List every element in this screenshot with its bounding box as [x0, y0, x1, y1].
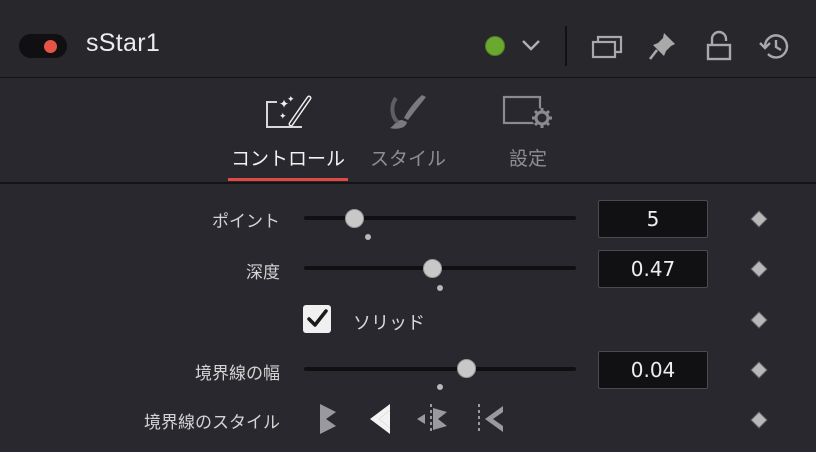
settings-icon: [502, 95, 552, 128]
tab-settings[interactable]: 設定: [492, 78, 564, 182]
tab-settings-label: 設定: [508, 148, 547, 170]
keyframe-diamond-icon[interactable]: [750, 361, 768, 379]
svg-text:✦: ✦: [279, 112, 287, 122]
points-label: ポイント: [212, 212, 280, 232]
svg-text:✦: ✦: [287, 95, 295, 105]
border-width-slider-track[interactable]: [304, 367, 576, 371]
pin-icon[interactable]: [648, 30, 678, 62]
keyframe-diamond-icon[interactable]: [750, 260, 768, 278]
border-width-slider-knob[interactable]: [457, 359, 476, 378]
window-icon[interactable]: [591, 34, 625, 60]
inspector-header: sStar1: [0, 0, 816, 78]
keyframe-diamond-icon[interactable]: [750, 411, 768, 429]
border-width-value-field[interactable]: 0.04: [598, 351, 708, 389]
tab-controls-label: コントロール: [230, 148, 345, 170]
magic-wand-icon: ✦ ✦ ✦: [266, 95, 312, 128]
depth-slider-knob[interactable]: [423, 259, 442, 278]
border-dashed-icon[interactable]: [471, 402, 505, 436]
border-width-default-marker: [437, 384, 443, 390]
points-value-field[interactable]: 5: [598, 200, 708, 238]
keyframe-diamond-icon[interactable]: [750, 210, 768, 228]
depth-default-marker: [437, 285, 443, 291]
border-style-label: 境界線のスタイル: [144, 413, 280, 433]
points-default-marker: [365, 234, 371, 240]
keyframe-diamond-icon[interactable]: [750, 311, 768, 329]
tab-style[interactable]: スタイル: [358, 78, 458, 182]
border-center-icon[interactable]: [368, 402, 394, 436]
depth-label: 深度: [246, 263, 280, 283]
checkmark-icon: [307, 309, 328, 327]
border-outside-icon[interactable]: [415, 402, 449, 436]
border-width-label: 境界線の幅: [195, 364, 280, 384]
solid-label: ソリッド: [353, 313, 425, 334]
toggle-dot: [44, 40, 57, 53]
lock-icon[interactable]: [705, 30, 733, 62]
node-color-indicator[interactable]: [485, 36, 505, 56]
border-inside-icon[interactable]: [317, 402, 339, 436]
tab-bar: ✦ ✦ ✦ コントロール スタイル 設定: [0, 78, 816, 184]
reset-icon[interactable]: [759, 32, 791, 62]
tab-style-label: スタイル: [369, 148, 446, 170]
node-title: sStar1: [86, 29, 161, 57]
header-separator: [565, 26, 567, 66]
enable-toggle[interactable]: [19, 34, 67, 58]
tab-controls[interactable]: ✦ ✦ ✦ コントロール: [225, 78, 351, 182]
solid-checkbox[interactable]: [303, 305, 331, 333]
active-tab-indicator: [228, 178, 348, 181]
chevron-down-icon[interactable]: [521, 38, 541, 52]
points-slider-knob[interactable]: [345, 209, 364, 228]
depth-value-field[interactable]: 0.47: [598, 250, 708, 288]
brush-icon: [390, 95, 426, 129]
